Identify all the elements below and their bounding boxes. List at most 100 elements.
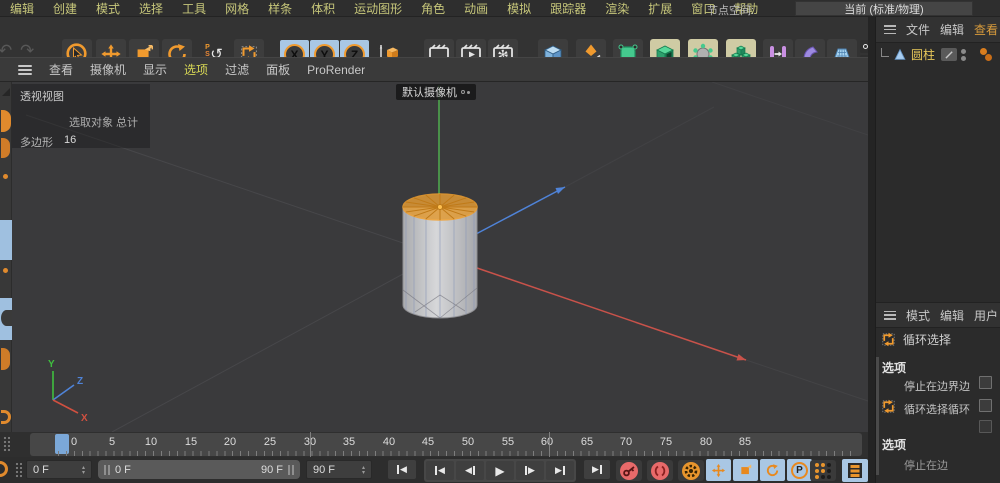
frame-tick-marks [58, 451, 858, 456]
left-toolbar-fragment[interactable] [1, 410, 11, 424]
om-menu-view[interactable]: 查看 [974, 21, 998, 38]
menu-extensions[interactable]: 扩展 [648, 0, 672, 17]
next-key-button[interactable]: ▶ [546, 461, 574, 480]
position-icon [711, 463, 726, 478]
vp-menu-panel[interactable]: 面板 [266, 61, 290, 78]
perspective-viewport[interactable]: Y Z X 透视视图 选取对象 总计 多边形16 默认摄像机 [12, 82, 868, 432]
current-frame-field[interactable]: 0 F ▴▾ [26, 460, 92, 479]
node-space-label: 节点空间: [707, 2, 754, 18]
record-channel-toggles: P [706, 459, 812, 481]
toolbar-grip[interactable] [15, 462, 22, 478]
range-start-handle[interactable] [104, 465, 110, 475]
object-manager-menu-icon[interactable] [884, 25, 896, 34]
left-toolbar-fragment[interactable] [1, 110, 11, 132]
autokey-icon [651, 462, 669, 480]
play-button[interactable]: ▶ [486, 461, 514, 480]
viewport-menu-icon[interactable] [18, 65, 32, 75]
left-toolbar-fragment[interactable] [3, 174, 8, 179]
goto-end-button[interactable]: ▶ [584, 460, 610, 479]
vp-menu-prorender[interactable]: ProRender [307, 63, 365, 77]
node-space-dropdown[interactable]: 当前 (标准/物理) [795, 1, 973, 16]
object-axis-dot [438, 205, 443, 210]
point-level-animation-button[interactable] [810, 460, 836, 481]
spinner-arrows-icon[interactable]: ▴▾ [82, 465, 85, 475]
menu-create[interactable]: 创建 [53, 0, 77, 17]
left-toolbar-fragment [1, 310, 12, 326]
panel-divider[interactable] [868, 17, 875, 483]
menu-edit[interactable]: 编辑 [10, 0, 34, 17]
record-scale-toggle[interactable] [733, 459, 758, 481]
vp-menu-display[interactable]: 显示 [143, 61, 167, 78]
am-menu-mode[interactable]: 模式 [906, 307, 930, 324]
select-loop-checkbox[interactable] [979, 399, 992, 412]
left-toolbar-fragment[interactable] [1, 138, 10, 158]
stop-at-boundary-label: 停止在边界边 [904, 378, 970, 394]
menu-mograph[interactable]: 运动图形 [354, 0, 402, 17]
object-name[interactable]: 圆柱 [911, 46, 935, 63]
autokey-button[interactable] [647, 460, 673, 481]
object-row-cylinder[interactable]: 圆柱 [876, 43, 1000, 66]
vp-menu-view[interactable]: 查看 [49, 61, 73, 78]
attribute-manager-header: 模式 编辑 用户 [876, 302, 1000, 328]
left-toolbar-fragment[interactable] [3, 268, 8, 273]
record-keyframe-button[interactable] [616, 460, 642, 481]
extra-checkbox[interactable] [979, 420, 992, 433]
menu-tracker[interactable]: 跟踪器 [550, 0, 586, 17]
end-frame-field[interactable]: 90 F ▴▾ [306, 460, 372, 479]
panel-scrollbar[interactable] [876, 357, 879, 475]
options-section-header[interactable]: 选项 [882, 359, 906, 376]
edit-state-icon[interactable] [941, 48, 957, 61]
range-end-handle[interactable] [288, 465, 294, 475]
filmstrip-icon [846, 462, 864, 479]
left-toolbar-fragment[interactable] [0, 220, 12, 260]
options-section-header-2[interactable]: 选项 [882, 436, 906, 453]
timeline-ruler[interactable]: 0 5 10 15 20 25 30 35 40 45 50 55 60 65 … [0, 432, 868, 457]
goto-start-button[interactable]: ◀ [388, 460, 416, 479]
timeline-window-button[interactable] [842, 459, 868, 482]
previous-key-button[interactable]: ◀ [426, 461, 454, 480]
vp-menu-options[interactable]: 选项 [184, 61, 208, 78]
ruler-tick: 0 [71, 436, 77, 448]
parameter-icon: P [791, 462, 808, 479]
previous-frame-button[interactable]: ◀ [456, 461, 484, 480]
vp-menu-camera[interactable]: 摄像机 [90, 61, 126, 78]
camera-label-pill[interactable]: 默认摄像机 [396, 84, 476, 100]
world-axes [439, 85, 746, 361]
vp-menu-filter[interactable]: 过滤 [225, 61, 249, 78]
menu-mode[interactable]: 模式 [96, 0, 120, 17]
om-menu-edit[interactable]: 编辑 [940, 21, 964, 38]
next-frame-button[interactable]: ▶ [516, 461, 544, 480]
left-tool-strip [0, 82, 12, 432]
menu-mesh[interactable]: 网格 [225, 0, 249, 17]
left-toolbar-fragment[interactable] [1, 348, 10, 370]
cylinder-object[interactable] [403, 194, 477, 318]
record-parameter-toggle[interactable]: P [787, 459, 812, 481]
attribute-menu-icon[interactable] [884, 311, 896, 320]
menu-character[interactable]: 角色 [421, 0, 445, 17]
left-toolbar-fragment[interactable] [2, 88, 10, 96]
range-start-label: 0 F [115, 464, 131, 476]
menu-spline[interactable]: 样条 [268, 0, 292, 17]
record-position-toggle[interactable] [706, 459, 731, 481]
menu-simulate[interactable]: 模拟 [507, 0, 531, 17]
record-rotation-toggle[interactable] [760, 459, 785, 481]
am-menu-edit[interactable]: 编辑 [940, 307, 964, 324]
am-menu-user[interactable]: 用户 [974, 307, 998, 324]
menu-volume[interactable]: 体积 [311, 0, 335, 17]
stop-at-boundary-checkbox[interactable] [979, 376, 992, 389]
axis-gizmo: Y Z X [48, 359, 88, 424]
spinner-arrows-icon[interactable]: ▴▾ [362, 465, 365, 475]
menu-select[interactable]: 选择 [139, 0, 163, 17]
timeline-grip[interactable] [3, 436, 10, 452]
menu-render[interactable]: 渲染 [605, 0, 629, 17]
menu-tools[interactable]: 工具 [182, 0, 206, 17]
keying-settings-button[interactable] [678, 460, 704, 481]
preview-range-slider[interactable]: 0 F 90 F [98, 460, 300, 479]
ruler-tick: 45 [422, 436, 434, 448]
gizmo-z-label: Z [77, 376, 83, 387]
viewport-menubar: 查看 摄像机 显示 选项 过滤 面板 ProRender [0, 57, 868, 82]
visibility-dots-icon[interactable] [961, 49, 966, 61]
om-menu-file[interactable]: 文件 [906, 21, 930, 38]
menu-animate[interactable]: 动画 [464, 0, 488, 17]
object-tags-icon[interactable] [980, 48, 992, 62]
